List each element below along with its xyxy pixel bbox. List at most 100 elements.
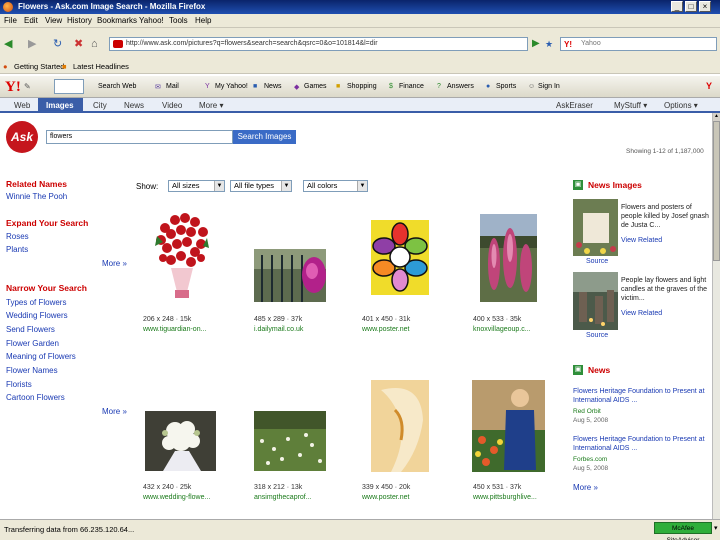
bookmark-getting-started[interactable]: Getting Started (14, 62, 64, 71)
tab-city[interactable]: City (93, 101, 107, 110)
search-images-button[interactable]: Search Images (233, 130, 296, 144)
menu-bookmarks[interactable]: Bookmarks (97, 16, 137, 25)
narrow-link[interactable]: Florists (6, 380, 32, 389)
news-more-link[interactable]: More » (573, 483, 598, 492)
go-icon[interactable]: ▶ (532, 37, 542, 51)
expand-link[interactable]: Roses (6, 232, 29, 241)
news-source: Forbes.com (573, 456, 608, 463)
mystuff-link[interactable]: MyStuff ▾ (614, 101, 647, 110)
tb-shopping[interactable]: Shopping (347, 83, 377, 90)
expand-link[interactable]: Plants (6, 245, 28, 254)
result-thumbnail[interactable] (153, 212, 211, 302)
scrollbar-thumb[interactable] (713, 121, 720, 261)
result-thumbnail[interactable] (145, 411, 216, 471)
related-link[interactable]: Winnie The Pooh (6, 192, 67, 201)
page-scrollbar[interactable]: ▲ (712, 113, 720, 519)
news-headline-link[interactable]: Flowers Heritage Foundation to Present a… (573, 387, 708, 405)
result-thumbnail[interactable] (472, 380, 545, 472)
tb-search-web[interactable]: Search Web (98, 83, 136, 90)
search-engine-box[interactable]: Y! Yahoo (560, 37, 717, 51)
size-select[interactable]: All sizes ▼ (168, 180, 225, 192)
tab-web[interactable]: Web (14, 101, 30, 110)
news-image-thumbnail[interactable] (573, 272, 618, 330)
result-site-link[interactable]: ansimgthecaprof... (254, 494, 312, 501)
menu-view[interactable]: View (45, 16, 62, 25)
narrow-link[interactable]: Cartoon Flowers (6, 393, 65, 402)
tab-images[interactable]: Images (38, 98, 83, 113)
narrow-link[interactable]: Flower Garden (6, 339, 59, 348)
ask-logo[interactable]: Ask (6, 121, 38, 153)
ask-eraser-link[interactable]: AskEraser (556, 101, 593, 110)
rss-icon: ■ (62, 62, 67, 71)
narrow-link[interactable]: Send Flowers (6, 325, 55, 334)
news-image-source-link[interactable]: Source (586, 258, 608, 265)
filetype-select[interactable]: All file types ▼ (230, 180, 292, 192)
narrow-link[interactable]: Flower Names (6, 366, 58, 375)
toolbar-search-field[interactable] (54, 79, 84, 94)
tb-sign-in[interactable]: Sign In (538, 83, 560, 90)
result-thumbnail[interactable] (254, 411, 326, 471)
news-image-thumbnail[interactable] (573, 199, 618, 256)
mcafee-siteadvisor-button[interactable]: McAfee SiteAdvisor (654, 522, 712, 540)
tb-sports[interactable]: Sports (496, 83, 516, 90)
back-icon[interactable]: ◀ (4, 36, 12, 52)
tab-news[interactable]: News (124, 101, 144, 110)
reload-icon[interactable]: ↻ (53, 36, 62, 52)
news-headline-link[interactable]: Flowers Heritage Foundation to Present a… (573, 435, 708, 453)
close-button[interactable]: × (699, 1, 711, 12)
forward-icon[interactable]: ▶ (28, 36, 36, 52)
meadow-image (254, 411, 326, 471)
tb-games[interactable]: Games (304, 83, 327, 90)
result-site-link[interactable]: www.tiguardian-on... (143, 326, 206, 333)
result-site-link[interactable]: knoxvillageoup.c... (473, 326, 531, 333)
menu-help[interactable]: Help (195, 16, 211, 25)
yahoo-logo[interactable]: Y! (5, 79, 21, 96)
menu-history[interactable]: History (67, 16, 92, 25)
color-select[interactable]: All colors ▼ (303, 180, 368, 192)
scroll-up-icon[interactable]: ▲ (713, 113, 720, 121)
news-image-caption: People lay flowers and light candles at … (621, 277, 707, 302)
result-thumbnail[interactable] (371, 380, 429, 472)
result-site-link[interactable]: www.poster.net (362, 494, 409, 501)
tb-answers[interactable]: Answers (447, 83, 474, 90)
narrow-more-link[interactable]: More » (102, 407, 127, 416)
tab-video[interactable]: Video (162, 101, 182, 110)
home-icon[interactable]: ⌂ (91, 36, 98, 52)
result-site-link[interactable]: www.pittsburghlive... (473, 494, 537, 501)
narrow-link[interactable]: Meaning of Flowers (6, 352, 76, 361)
menu-file[interactable]: File (4, 16, 17, 25)
news-image-source-link[interactable]: Source (586, 332, 608, 339)
tb-my-yahoo[interactable]: My Yahoo! (215, 83, 248, 90)
result-site-link[interactable]: i.dailymail.co.uk (254, 326, 303, 333)
expand-more-link[interactable]: More » (102, 259, 127, 268)
yahoo-engine-icon[interactable]: Y! (564, 39, 572, 51)
result-thumbnail[interactable] (480, 214, 537, 302)
pencil-icon[interactable]: ✎ (24, 82, 31, 91)
tab-more[interactable]: More ▾ (199, 101, 223, 110)
view-related-link[interactable]: View Related (621, 310, 662, 317)
result-site-link[interactable]: www.wedding-flowe... (143, 494, 210, 501)
result-thumbnail[interactable] (371, 220, 429, 295)
chevron-down-icon: ▼ (357, 181, 367, 191)
menu-yahoo[interactable]: Yahoo! (139, 16, 164, 25)
menu-tools[interactable]: Tools (169, 16, 188, 25)
menu-edit[interactable]: Edit (24, 16, 38, 25)
tb-finance[interactable]: Finance (399, 83, 424, 90)
minimize-button[interactable]: _ (671, 1, 683, 12)
search-engine-placeholder: Yahoo (581, 40, 601, 47)
result-thumbnail[interactable] (254, 249, 326, 302)
image-search-input[interactable]: flowers (46, 130, 233, 144)
status-dropdown-icon[interactable]: ▾ (714, 524, 718, 532)
narrow-link[interactable]: Wedding Flowers (6, 311, 68, 320)
maximize-button[interactable]: □ (685, 1, 697, 12)
result-site-link[interactable]: www.poster.net (362, 326, 409, 333)
tb-news[interactable]: News (264, 83, 282, 90)
view-related-link[interactable]: View Related (621, 237, 662, 244)
bookmark-star-icon[interactable]: ★ (545, 39, 553, 50)
narrow-link[interactable]: Types of Flowers (6, 298, 66, 307)
bookmark-latest-headlines[interactable]: Latest Headlines (73, 62, 129, 71)
options-link[interactable]: Options ▾ (664, 101, 698, 110)
stop-icon[interactable]: ✖ (74, 36, 83, 52)
tb-mail[interactable]: Mail (166, 83, 179, 90)
url-bar[interactable]: http://www.ask.com/pictures?q=flowers&se… (109, 37, 528, 51)
